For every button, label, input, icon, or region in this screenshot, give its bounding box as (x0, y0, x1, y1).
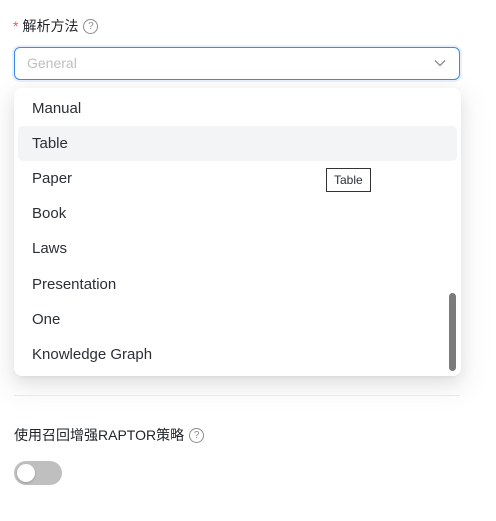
select-placeholder: General (27, 55, 77, 71)
chevron-down-icon (434, 60, 446, 67)
option-table[interactable]: Table (18, 126, 457, 161)
question-circle-icon[interactable]: ? (83, 18, 99, 34)
option-knowledge-graph[interactable]: Knowledge Graph (18, 337, 457, 372)
required-mark: * (13, 18, 19, 34)
dropdown-scrollbar-thumb[interactable] (449, 293, 456, 371)
toggle-knob (17, 464, 35, 482)
option-book[interactable]: Book (18, 196, 457, 231)
raptor-label: 使用召回增强RAPTOR策略 ? (14, 424, 205, 446)
question-circle-icon[interactable]: ? (189, 427, 205, 443)
parse-method-label: * 解析方法 ? (13, 15, 99, 37)
form-panel: * 解析方法 ? General Manual Table Paper Book… (0, 0, 496, 521)
parse-method-select[interactable]: General (14, 47, 460, 80)
raptor-toggle[interactable] (14, 461, 62, 485)
raptor-label-text: 使用召回增强RAPTOR策略 (14, 427, 185, 443)
option-laws[interactable]: Laws (18, 231, 457, 266)
option-tooltip: Table (326, 168, 371, 192)
option-one[interactable]: One (18, 302, 457, 337)
parse-method-label-text: 解析方法 (22, 18, 79, 34)
select-dropdown: Manual Table Paper Book Laws Presentatio… (14, 88, 461, 376)
section-divider (14, 395, 460, 396)
option-paper[interactable]: Paper (18, 161, 457, 196)
option-manual[interactable]: Manual (18, 91, 457, 126)
option-presentation[interactable]: Presentation (18, 267, 457, 302)
